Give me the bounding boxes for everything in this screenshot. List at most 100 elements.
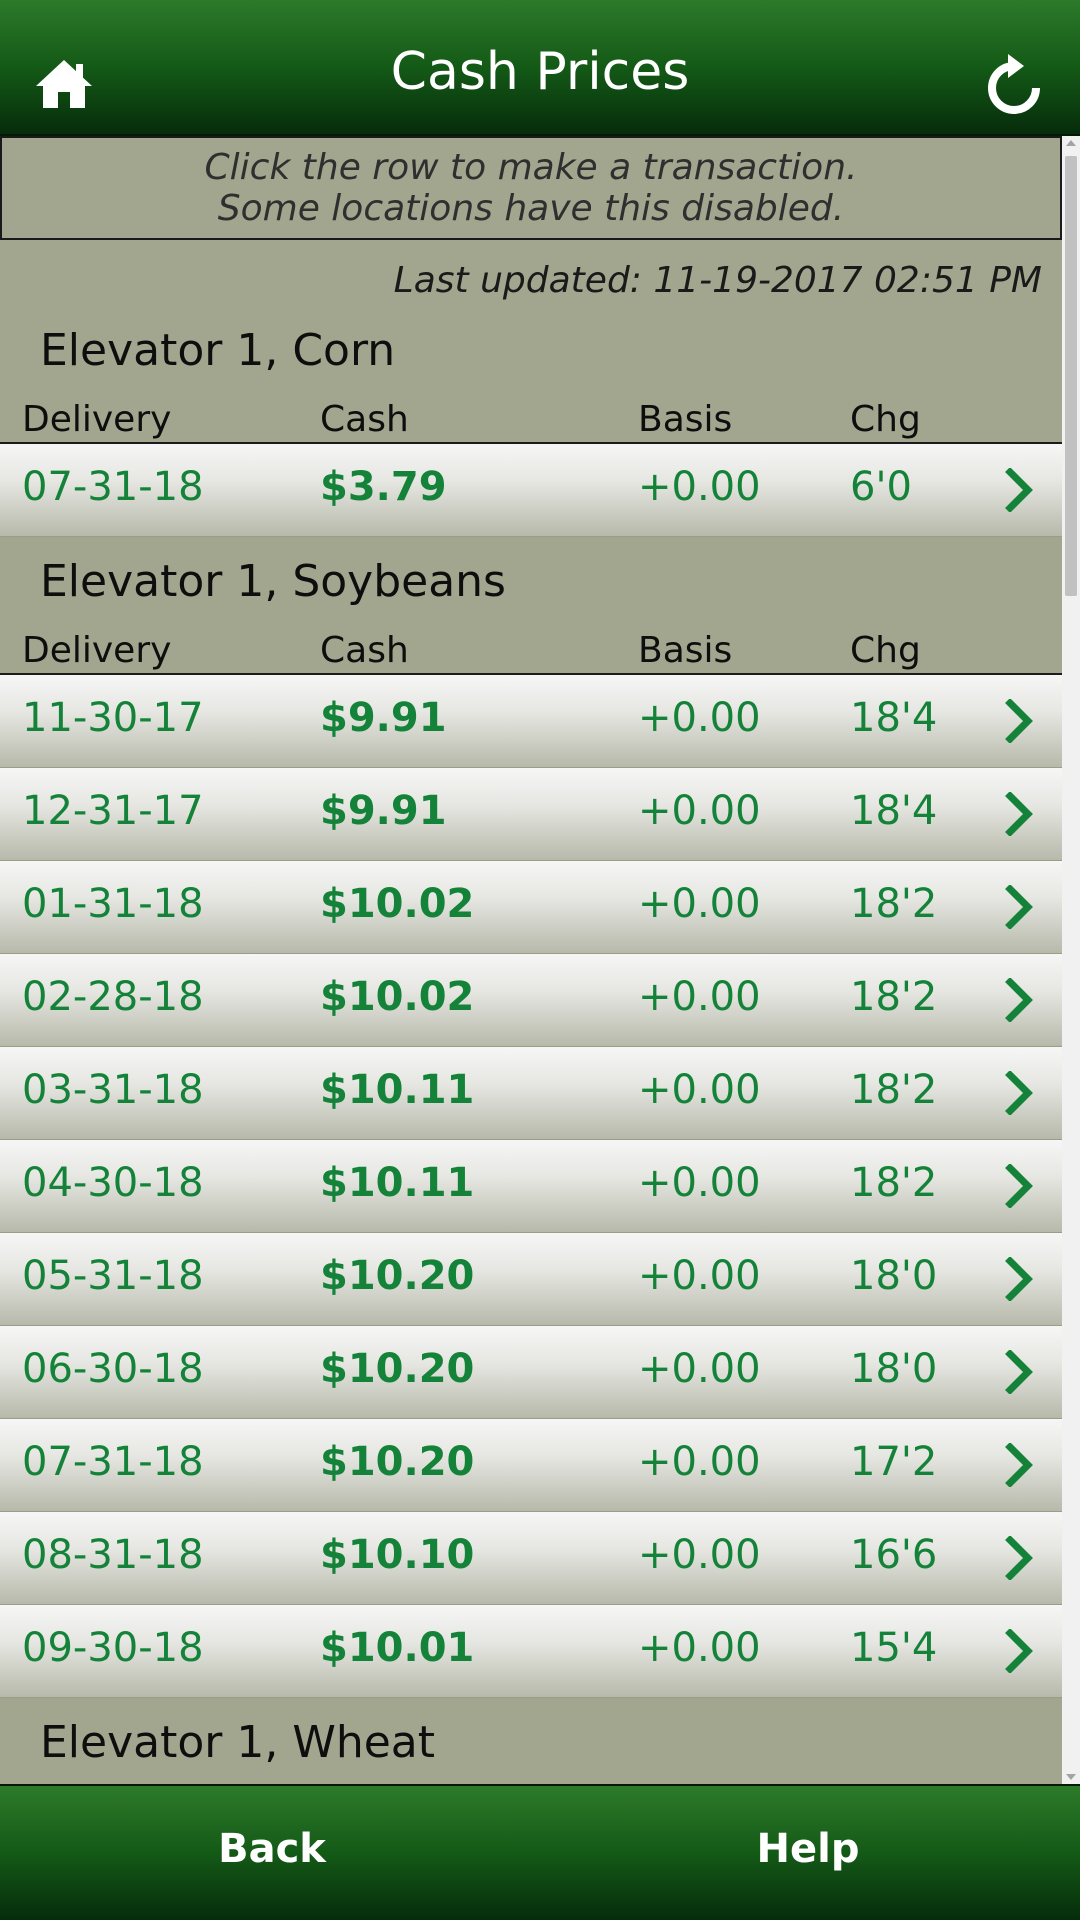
chevron-right-icon: [1005, 1164, 1033, 1208]
column-header-row: Delivery Cash Basis Chg: [0, 617, 1062, 675]
row-basis: +0.00: [638, 1625, 761, 1671]
row-chg: 18'2: [850, 1160, 938, 1206]
row-chg: 6'0: [850, 464, 912, 510]
price-row[interactable]: 07-31-18 $3.79 +0.00 6'0: [0, 444, 1062, 537]
row-delivery: 05-31-18: [22, 1253, 204, 1299]
row-delivery: 08-31-18: [22, 1532, 204, 1578]
app-header: Cash Prices: [0, 0, 1080, 136]
price-row[interactable]: 11-30-17 $9.91 +0.00 18'4: [0, 675, 1062, 768]
row-chg: 18'4: [850, 788, 938, 834]
row-basis: +0.00: [638, 1160, 761, 1206]
row-chg: 18'4: [850, 695, 938, 741]
row-delivery: 07-31-18: [22, 1439, 204, 1485]
scrollbar-thumb[interactable]: [1065, 156, 1077, 596]
notice-line-1: Click the row to make a transaction.: [204, 147, 858, 188]
row-cash: $10.20: [320, 1439, 475, 1485]
row-cash: $10.02: [320, 974, 475, 1020]
row-cash: $10.20: [320, 1253, 475, 1299]
row-basis: +0.00: [638, 695, 761, 741]
sections-container: Elevator 1, Corn Delivery Cash Basis Chg 07-3…: [0, 316, 1062, 1778]
row-basis: +0.00: [638, 974, 761, 1020]
chevron-right-icon: [1005, 1536, 1033, 1580]
chevron-right-icon: [1005, 885, 1033, 929]
column-header-basis: Basis: [638, 399, 733, 440]
row-chg: 16'6: [850, 1532, 938, 1578]
row-delivery: 02-28-18: [22, 974, 204, 1020]
row-chg: 15'4: [850, 1625, 938, 1671]
row-basis: +0.00: [638, 1532, 761, 1578]
row-basis: +0.00: [638, 1346, 761, 1392]
row-delivery: 07-31-18: [22, 464, 204, 510]
price-row[interactable]: 04-30-18 $10.11 +0.00 18'2: [0, 1140, 1062, 1233]
price-row[interactable]: 03-31-18 $10.11 +0.00 18'2: [0, 1047, 1062, 1140]
price-row[interactable]: 08-31-18 $10.10 +0.00 16'6: [0, 1512, 1062, 1605]
row-cash: $10.01: [320, 1625, 475, 1671]
price-row[interactable]: 05-31-18 $10.20 +0.00 18'0: [0, 1233, 1062, 1326]
row-cash: $10.11: [320, 1067, 475, 1113]
row-cash: $3.79: [320, 464, 447, 510]
price-list[interactable]: Click the row to make a transaction. Som…: [0, 136, 1062, 1784]
row-cash: $9.91: [320, 695, 447, 741]
row-cash: $10.20: [320, 1346, 475, 1392]
price-row[interactable]: 12-31-17 $9.91 +0.00 18'4: [0, 768, 1062, 861]
row-basis: +0.00: [638, 788, 761, 834]
row-cash: $9.91: [320, 788, 447, 834]
column-header-cash: Cash: [320, 399, 409, 440]
row-delivery: 12-31-17: [22, 788, 204, 834]
refresh-button[interactable]: [984, 52, 1044, 116]
row-chg: 18'0: [850, 1346, 938, 1392]
refresh-icon: [988, 54, 1040, 114]
help-button[interactable]: Help: [658, 1826, 958, 1872]
row-basis: +0.00: [638, 1253, 761, 1299]
section-title: Elevator 1, Wheat: [40, 1717, 435, 1768]
row-cash: $10.10: [320, 1532, 475, 1578]
row-basis: +0.00: [638, 1439, 761, 1485]
price-row[interactable]: 02-28-18 $10.02 +0.00 18'2: [0, 954, 1062, 1047]
row-delivery: 01-31-18: [22, 881, 204, 927]
scroll-down-arrow[interactable]: [1066, 1774, 1076, 1780]
row-basis: +0.00: [638, 464, 761, 510]
section-title: Elevator 1, Soybeans: [40, 556, 506, 607]
chevron-right-icon: [1005, 1257, 1033, 1301]
chevron-right-icon: [1005, 1350, 1033, 1394]
row-chg: 18'2: [850, 881, 938, 927]
chevron-right-icon: [1005, 792, 1033, 836]
column-header-chg: Chg: [850, 399, 921, 440]
row-chg: 18'0: [850, 1253, 938, 1299]
transaction-notice: Click the row to make a transaction. Som…: [0, 136, 1062, 240]
row-delivery: 09-30-18: [22, 1625, 204, 1671]
back-button[interactable]: Back: [122, 1826, 422, 1872]
last-updated: Last updated: 11-19-2017 02:51 PM: [393, 260, 1042, 301]
row-delivery: 11-30-17: [22, 695, 204, 741]
column-header-row: Delivery Cash Basis Chg: [0, 386, 1062, 444]
section-title: Elevator 1, Corn: [40, 325, 396, 376]
price-row[interactable]: 09-30-18 $10.01 +0.00 15'4: [0, 1605, 1062, 1698]
page-title: Cash Prices: [390, 42, 690, 102]
row-cash: $10.11: [320, 1160, 475, 1206]
chevron-right-icon: [1005, 699, 1033, 743]
chevron-right-icon: [1005, 1629, 1033, 1673]
price-row[interactable]: 07-31-18 $10.20 +0.00 17'2: [0, 1419, 1062, 1512]
row-delivery: 06-30-18: [22, 1346, 204, 1392]
column-header-chg: Chg: [850, 630, 921, 671]
column-header-delivery: Delivery: [22, 630, 172, 671]
price-row[interactable]: 06-30-18 $10.20 +0.00 18'0: [0, 1326, 1062, 1419]
row-basis: +0.00: [638, 1067, 761, 1113]
price-row[interactable]: 01-31-18 $10.02 +0.00 18'2: [0, 861, 1062, 954]
chevron-right-icon: [1005, 978, 1033, 1022]
row-chg: 18'2: [850, 1067, 938, 1113]
row-delivery: 04-30-18: [22, 1160, 204, 1206]
column-header-cash: Cash: [320, 630, 409, 671]
row-cash: $10.02: [320, 881, 475, 927]
notice-line-2: Some locations have this disabled.: [217, 188, 845, 229]
footer-bar: Back Help: [0, 1784, 1080, 1920]
chevron-right-icon: [1005, 1443, 1033, 1487]
row-chg: 18'2: [850, 974, 938, 1020]
scrollbar[interactable]: [1062, 136, 1080, 1784]
column-header-basis: Basis: [638, 630, 733, 671]
row-basis: +0.00: [638, 881, 761, 927]
chevron-right-icon: [1005, 1071, 1033, 1115]
column-header-delivery: Delivery: [22, 399, 172, 440]
scroll-up-arrow[interactable]: [1066, 140, 1076, 146]
chevron-right-icon: [1005, 468, 1033, 512]
